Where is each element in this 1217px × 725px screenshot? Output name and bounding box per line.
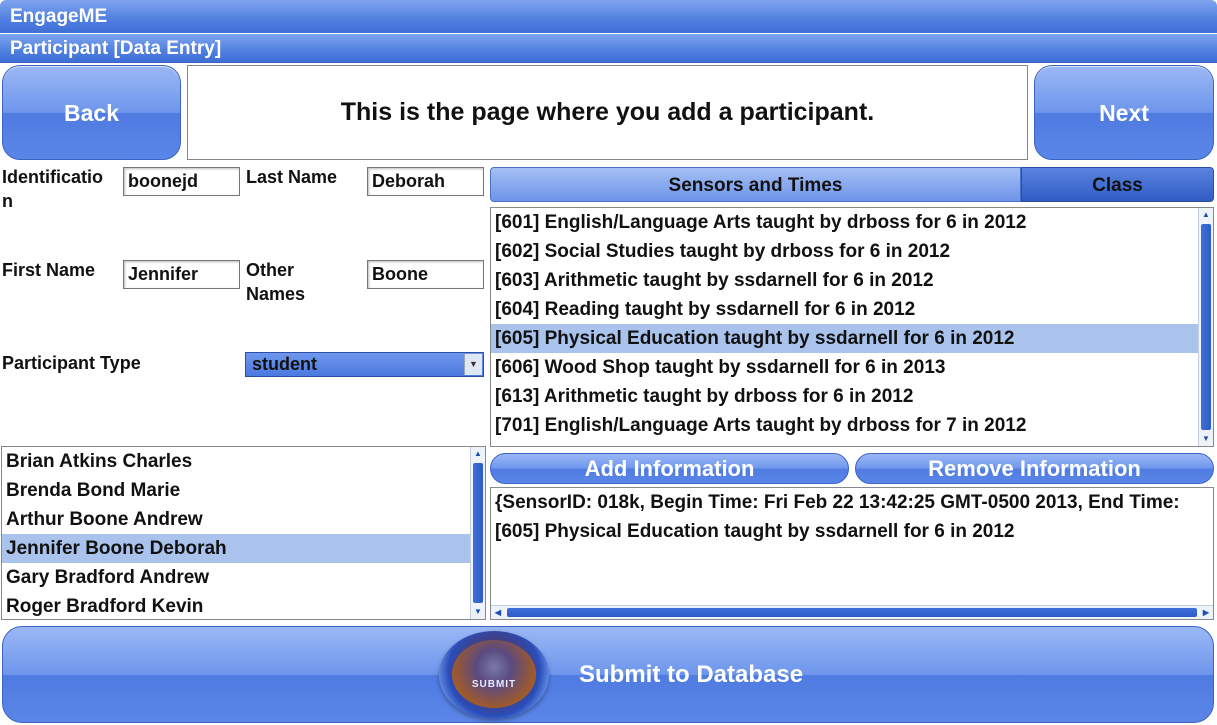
last-name-field[interactable]: Deborah xyxy=(367,167,484,196)
add-information-button[interactable]: Add Information xyxy=(490,453,849,484)
instruction-message: This is the page where you add a partici… xyxy=(187,65,1028,160)
class-list-scrollbar[interactable]: ▲ ▼ xyxy=(1198,208,1213,446)
participant-rows: Brian Atkins Charles Brenda Bond Marie Art… xyxy=(2,447,485,619)
participant-type-value: student xyxy=(252,354,317,374)
class-list-item[interactable]: [602] Social Studies taught by drboss fo… xyxy=(491,237,1213,266)
class-list-item[interactable]: [701] English/Language Arts taught by dr… xyxy=(491,411,1213,440)
other-names-label: Other Names xyxy=(246,260,306,304)
information-list[interactable]: {SensorID: 018k, Begin Time: Fri Feb 22 … xyxy=(490,487,1214,620)
submit-icon-text: SUBMIT xyxy=(471,679,517,690)
submit-icon-core xyxy=(452,640,536,708)
scroll-thumb[interactable] xyxy=(1201,224,1211,430)
first-name-label: First Name xyxy=(2,260,96,280)
participant-list-item[interactable]: Jennifer Boone Deborah xyxy=(2,534,485,563)
back-button[interactable]: Back xyxy=(2,65,181,160)
chevron-down-icon[interactable]: ▼ xyxy=(464,354,482,375)
class-list-item[interactable]: [605] Physical Education taught by ssdar… xyxy=(491,324,1213,353)
tab-sensors-and-times[interactable]: Sensors and Times xyxy=(490,167,1021,202)
other-names-field[interactable]: Boone xyxy=(367,260,484,289)
information-list-item[interactable]: {SensorID: 018k, Begin Time: Fri Feb 22 … xyxy=(491,488,1213,517)
identification-field[interactable]: boonejd xyxy=(123,167,240,196)
participant-list-item[interactable]: Brenda Bond Marie xyxy=(2,476,485,505)
app-title: EngageME xyxy=(10,6,108,27)
participant-type-label: Participant Type xyxy=(2,353,141,373)
participant-list-item[interactable]: Roger Bradford Kevin xyxy=(2,592,485,619)
participant-list-item[interactable]: Arthur Boone Andrew xyxy=(2,505,485,534)
scroll-thumb[interactable] xyxy=(507,608,1197,617)
scroll-left-icon[interactable]: ◀ xyxy=(491,606,505,619)
participant-list-item[interactable]: Brian Atkins Charles xyxy=(2,447,485,476)
scroll-down-icon[interactable]: ▼ xyxy=(1199,432,1213,446)
page-subtitle-bar: Participant [Data Entry] xyxy=(0,34,1217,63)
class-list-item[interactable]: [603] Arithmetic taught by ssdarnell for… xyxy=(491,266,1213,295)
first-name-field[interactable]: Jennifer xyxy=(123,260,240,289)
class-list-item[interactable]: [601] English/Language Arts taught by dr… xyxy=(491,208,1213,237)
submit-to-database-button[interactable]: SUBMIT Submit to Database xyxy=(2,626,1214,723)
scroll-thumb[interactable] xyxy=(473,463,483,603)
class-list-item[interactable]: [613] Arithmetic taught by drboss for 6 … xyxy=(491,382,1213,411)
information-rows: {SensorID: 018k, Begin Time: Fri Feb 22 … xyxy=(491,488,1213,546)
identification-label: Identificatio n xyxy=(2,167,104,211)
class-list-item[interactable]: [606] Wood Shop taught by ssdarnell for … xyxy=(491,353,1213,382)
scroll-down-icon[interactable]: ▼ xyxy=(471,605,485,619)
class-list-item[interactable]: [604] Reading taught by ssdarnell for 6 … xyxy=(491,295,1213,324)
scroll-up-icon[interactable]: ▲ xyxy=(1199,208,1213,222)
tab-class[interactable]: Class xyxy=(1021,167,1214,202)
submit-icon[interactable]: SUBMIT xyxy=(439,631,549,719)
class-rows: [601] English/Language Arts taught by dr… xyxy=(491,208,1213,440)
scroll-up-icon[interactable]: ▲ xyxy=(471,447,485,461)
remove-information-button[interactable]: Remove Information xyxy=(855,453,1214,484)
information-list-scrollbar[interactable]: ◀ ▶ xyxy=(491,605,1213,619)
participant-list[interactable]: Brian Atkins Charles Brenda Bond Marie Art… xyxy=(1,446,486,620)
participant-list-item[interactable]: Gary Bradford Andrew xyxy=(2,563,485,592)
participant-list-scrollbar[interactable]: ▲ ▼ xyxy=(470,447,485,619)
scroll-right-icon[interactable]: ▶ xyxy=(1199,606,1213,619)
participant-type-select[interactable]: student ▼ xyxy=(245,352,484,377)
last-name-label: Last Name xyxy=(246,167,338,187)
page-subtitle: Participant [Data Entry] xyxy=(10,38,222,59)
information-list-item[interactable]: [605] Physical Education taught by ssdar… xyxy=(491,517,1213,546)
submit-label: Submit to Database xyxy=(579,661,804,688)
app-title-bar: EngageME xyxy=(0,0,1217,33)
class-list[interactable]: [601] English/Language Arts taught by dr… xyxy=(490,207,1214,447)
next-button[interactable]: Next xyxy=(1034,65,1214,160)
